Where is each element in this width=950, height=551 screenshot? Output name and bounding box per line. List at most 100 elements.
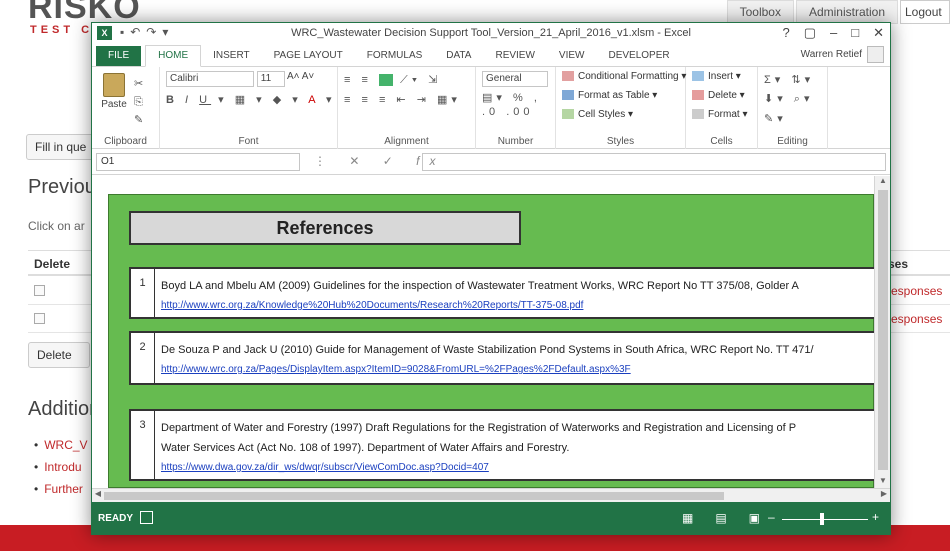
responses-link[interactable]: esponses xyxy=(891,284,942,298)
window-controls: ? ▢ – □ ✕ xyxy=(782,25,884,41)
clipboard-icon xyxy=(103,73,125,97)
group-cells: Insert ▾ Delete ▾ Format ▾ Cells xyxy=(686,67,758,149)
worksheet-area[interactable]: References 1 Boyd LA and Mbelu AM (2009)… xyxy=(92,176,874,488)
site-logo-subtitle: TEST C xyxy=(30,24,94,36)
zoom-in-icon[interactable]: + xyxy=(872,510,879,524)
clipboard-label: Clipboard xyxy=(104,136,147,147)
reference-link[interactable]: https://www.dwa.gov.za/dir_ws/dwqr/subsc… xyxy=(161,458,874,478)
link-introduction[interactable]: Introdu xyxy=(34,460,88,482)
styles-label: Styles xyxy=(606,136,635,147)
tab-developer[interactable]: DEVELOPER xyxy=(596,46,681,66)
reference-text: Department of Water and Forestry (1997) … xyxy=(161,418,874,478)
ribbon-home: Paste ✂ ⎘ ✎ Clipboard Calibri 11 A˄ A˅ B I… xyxy=(92,67,890,149)
user-avatar[interactable] xyxy=(867,46,884,63)
additional-links-list: WRC_V Introdu Further xyxy=(34,438,88,504)
link-further[interactable]: Further xyxy=(34,482,88,504)
font-size-select[interactable]: 11 xyxy=(256,71,285,87)
window-title: WRC_Wastewater Decision Support Tool_Ver… xyxy=(291,27,691,39)
responses-link[interactable]: esponses xyxy=(891,312,942,326)
column-responses: ses xyxy=(888,257,909,271)
font-name-select[interactable]: Calibri xyxy=(166,71,254,87)
tab-page-layout[interactable]: PAGE LAYOUT xyxy=(262,46,355,66)
column-delete: Delete xyxy=(34,257,71,271)
tab-review[interactable]: REVIEW xyxy=(483,46,546,66)
reference-item: 2 De Souza P and Jack U (2010) Guide for… xyxy=(129,331,874,385)
references-panel: References 1 Boyd LA and Mbelu AM (2009)… xyxy=(108,194,874,488)
formula-input[interactable] xyxy=(422,153,886,171)
view-mode-icons[interactable]: ▦▤▣ xyxy=(682,511,782,525)
font-grow-shrink-icon[interactable]: A˄ A˅ xyxy=(287,71,314,82)
reference-link[interactable]: http://www.wrc.org.za/Knowledge%20Hub%20… xyxy=(161,296,874,316)
help-icon[interactable]: ? xyxy=(782,25,789,41)
number-format-icons[interactable]: ▤▾ % , xyxy=(482,91,549,104)
formula-bar: O1 ⋮ ✕ ✓ fx xyxy=(92,149,890,175)
maximize-icon[interactable]: □ xyxy=(851,25,859,41)
name-box[interactable]: O1 xyxy=(96,153,300,171)
close-icon[interactable]: ✕ xyxy=(873,25,884,41)
row-delete-checkbox[interactable] xyxy=(34,285,45,296)
number-label: Number xyxy=(497,136,534,147)
conditional-formatting-button[interactable]: Conditional Formatting ▾ xyxy=(562,71,686,90)
logout-button[interactable]: Logout xyxy=(900,0,950,24)
reference-text: Boyd LA and Mbelu AM (2009) Guidelines f… xyxy=(161,276,874,316)
autosum-sort-icons[interactable]: Σ▾ ⇅▾ xyxy=(764,73,821,86)
scroll-right-icon[interactable]: ▶ xyxy=(878,489,890,503)
nav-toolbox[interactable]: Toolbox xyxy=(726,0,794,24)
align-top-icons[interactable]: ≡ ≡ ⟋▾ ⇲ xyxy=(344,73,469,87)
tab-home[interactable]: HOME xyxy=(145,45,202,67)
decimal-icons[interactable]: .0 .00 xyxy=(482,106,549,118)
format-cells-button[interactable]: Format ▾ xyxy=(692,109,751,128)
number-format-select[interactable]: General xyxy=(482,71,548,87)
scroll-left-icon[interactable]: ◀ xyxy=(92,489,104,503)
tab-formulas[interactable]: FORMULAS xyxy=(355,46,435,66)
alignment-label: Alignment xyxy=(384,136,429,147)
nav-administration[interactable]: Administration xyxy=(795,0,898,24)
horizontal-scrollbar[interactable]: ◀ ▶ xyxy=(92,488,890,502)
vertical-scrollbar[interactable]: ▲ ▼ xyxy=(874,176,890,488)
ribbon-display-icon[interactable]: ▢ xyxy=(804,25,816,41)
reference-link[interactable]: http://www.wrc.org.za/Pages/DisplayItem.… xyxy=(161,360,874,380)
excel-titlebar: X ▪↶↷▾ WRC_Wastewater Decision Support T… xyxy=(92,23,890,43)
user-name[interactable]: Warren Retief xyxy=(801,49,862,60)
tab-data[interactable]: DATA xyxy=(434,46,483,66)
reference-item: 1 Boyd LA and Mbelu AM (2009) Guidelines… xyxy=(129,267,874,319)
horizontal-scroll-thumb[interactable] xyxy=(104,492,724,500)
row-delete-checkbox[interactable] xyxy=(34,313,45,324)
reference-number: 3 xyxy=(131,411,155,479)
scroll-down-icon[interactable]: ▼ xyxy=(875,476,890,488)
align-bottom-icons[interactable]: ≡ ≡ ≡ ⇤ ⇥ ▦▾ xyxy=(344,93,469,106)
excel-window: X ▪↶↷▾ WRC_Wastewater Decision Support T… xyxy=(91,22,891,535)
zoom-out-icon[interactable]: – xyxy=(768,510,775,524)
cells-label: Cells xyxy=(710,136,733,147)
macro-record-icon[interactable] xyxy=(140,511,153,524)
scroll-up-icon[interactable]: ▲ xyxy=(875,176,890,188)
delete-button[interactable]: Delete xyxy=(28,342,90,368)
ribbon-tabs: FILE HOME INSERT PAGE LAYOUT FORMULAS DA… xyxy=(92,43,890,67)
clear-icon[interactable]: ✎▾ xyxy=(764,112,821,125)
tab-insert[interactable]: INSERT xyxy=(201,46,262,66)
group-alignment: ≡ ≡ ⟋▾ ⇲ ≡ ≡ ≡ ⇤ ⇥ ▦▾ Alignment xyxy=(338,67,476,149)
tab-view[interactable]: VIEW xyxy=(547,46,597,66)
link-wrc[interactable]: WRC_V xyxy=(34,438,87,460)
delete-cells-button[interactable]: Delete ▾ xyxy=(692,90,751,109)
zoom-slider[interactable] xyxy=(782,519,868,520)
cell-styles-button[interactable]: Cell Styles ▾ xyxy=(562,109,679,128)
minimize-icon[interactable]: – xyxy=(830,25,837,41)
zoom-slider-handle[interactable] xyxy=(820,513,824,525)
group-font: Calibri 11 A˄ A˅ B I U ▾ ▦ ▾ ◆ ▾ A ▾ Fon… xyxy=(160,67,338,149)
paste-button[interactable]: Paste xyxy=(100,73,128,110)
group-editing: Σ▾ ⇅▾ ⬇▾ ⌕▾ ✎▾ Editing xyxy=(758,67,828,149)
insert-cells-button[interactable]: Insert ▾ xyxy=(692,71,751,90)
instruction-text: Click on ar xyxy=(28,219,85,233)
editing-label: Editing xyxy=(777,136,808,147)
fill-find-icons[interactable]: ⬇▾ ⌕▾ xyxy=(764,92,821,106)
tab-file[interactable]: FILE xyxy=(96,46,142,66)
reference-text: De Souza P and Jack U (2010) Guide for M… xyxy=(161,340,874,380)
format-as-table-button[interactable]: Format as Table ▾ xyxy=(562,90,679,109)
font-format-icons[interactable]: B I U ▾ ▦ ▾ ◆ ▾ A ▾ xyxy=(166,93,332,106)
top-nav: Toolbox Administration Logout xyxy=(726,0,950,24)
status-ready: READY xyxy=(98,513,134,524)
vertical-scroll-thumb[interactable] xyxy=(878,190,888,470)
cut-copy-icons[interactable]: ✂ ⎘ ✎ xyxy=(134,75,143,129)
group-clipboard: Paste ✂ ⎘ ✎ Clipboard xyxy=(92,67,160,149)
